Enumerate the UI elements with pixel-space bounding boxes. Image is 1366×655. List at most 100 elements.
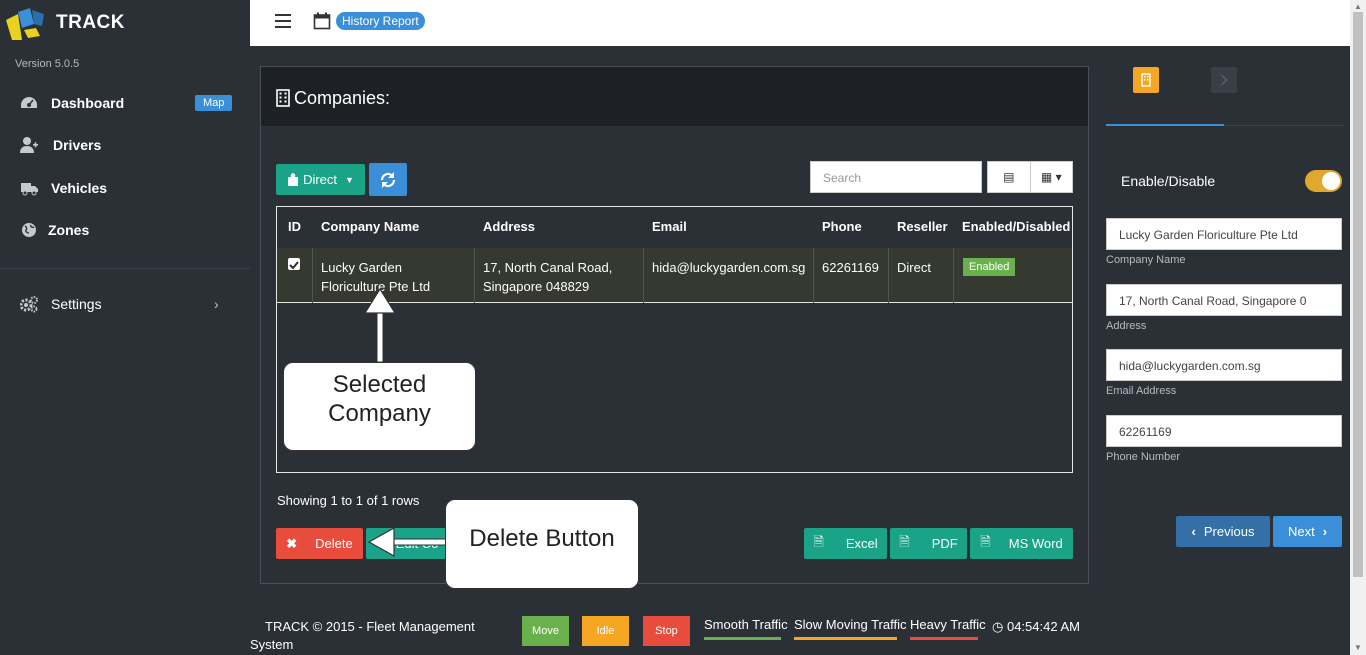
legend-label: Smooth Traffic [704,617,788,632]
word-label: MS Word [1008,536,1063,551]
list-icon: ▤ [1003,170,1015,184]
history-report-badge[interactable]: History Report [336,12,425,30]
field-label: Address [1106,320,1147,332]
excel-file-icon: 🗎 [813,533,824,549]
heavy-bar [910,637,978,640]
legend-smooth-traffic: Smooth Traffic [704,617,788,640]
copyright: TRACK © 2015 - Fleet Management System [250,618,500,654]
building-icon [276,89,290,107]
address-line: 17, North Canal Road, [483,260,613,275]
list-view-button[interactable]: ▤ [988,162,1031,192]
map-badge[interactable]: Map [195,95,233,111]
delete-button[interactable]: ✖ Delete [276,528,363,559]
clock-icon: ◷ [992,619,1004,634]
cell-divider [813,248,814,303]
legend-stop: Stop [643,616,690,646]
building-icon [1141,73,1151,87]
scroll-down-icon[interactable]: ▼ [1354,643,1362,652]
tab-next-step[interactable] [1211,67,1237,93]
legend-move: Move [522,616,569,646]
row-checkbox[interactable] [288,258,300,270]
copyright-text: TRACK © 2015 - Fleet Management System [250,619,475,652]
column-header[interactable]: Company Name [321,219,419,234]
column-header[interactable]: Email [652,219,687,234]
phone-field[interactable]: 62261169 [1106,415,1342,447]
column-header[interactable]: Address [483,219,535,234]
filter-label: Direct [303,172,338,187]
refresh-button[interactable] [369,163,407,196]
sidebar-item-drivers[interactable]: Drivers [0,127,250,163]
company-name-line: Lucky Garden [321,260,402,275]
delete-arrow [368,527,448,557]
pagination-info: Showing 1 to 1 of 1 rows [277,493,420,508]
active-tab-indicator [1106,124,1224,126]
sidebar-divider [0,268,250,269]
globe-icon [22,223,36,237]
word-file-icon: 🗎 [980,533,991,549]
sidebar-item-label: Vehicles [51,180,108,196]
page-scrollbar[interactable]: ▲ ▼ [1350,0,1366,655]
panel-header: Companies: [261,67,1088,126]
selected-arrow [363,288,397,362]
cell-divider [312,248,313,303]
previous-label: Previous [1203,524,1255,539]
sidebar-item-settings[interactable]: Settings [0,286,250,322]
legend-label: Heavy Traffic [910,617,986,632]
chevron-right-icon: › [1322,524,1328,539]
direct-filter-dropdown[interactable]: Direct ▼ [276,164,365,195]
tab-company-info[interactable] [1133,67,1159,93]
menu-toggle-icon[interactable] [275,14,291,28]
email-field[interactable]: hida@luckygarden.com.sg [1106,349,1342,381]
address-field[interactable]: 17, North Canal Road, Singapore 0 [1106,284,1342,316]
dashboard-icon [21,97,37,108]
search-input[interactable]: Search [810,161,982,193]
sidebar-item-label: Dashboard [51,95,125,111]
delete-button-callout: Delete Button [445,499,639,589]
enable-toggle[interactable] [1305,170,1342,192]
columns-dropdown-button[interactable]: ▦ ▾ [1031,162,1073,192]
phone-cell: 62261169 [822,260,879,275]
footer: TRACK © 2015 - Fleet Management System M… [250,604,1100,655]
column-header[interactable]: Reseller [897,219,948,234]
tab-divider [1224,125,1344,126]
column-header[interactable]: Enabled/Disabled [962,219,1070,234]
cell-divider [474,248,475,303]
column-header[interactable]: ID [288,219,301,234]
legend-slow-traffic: Slow Moving Traffic [794,617,907,640]
callout-line: Selected [332,371,427,398]
pdf-label: PDF [931,536,958,551]
brand-name: TRACK [56,12,125,33]
close-icon: ✖ [286,535,298,551]
truck-icon [21,183,38,196]
slow-bar [794,637,897,640]
legend-label: Slow Moving Traffic [794,617,907,632]
scroll-thumb[interactable] [1353,12,1363,577]
excel-label: Excel [845,536,878,551]
cell-divider [953,248,954,303]
selected-company-callout: Selected Company [283,362,476,451]
sidebar-item-vehicles[interactable]: Vehicles [0,170,250,206]
reseller-cell: Direct [897,260,931,275]
logo-icon [6,8,44,40]
company-form-panel: Enable/Disable Lucky Garden Floriculture… [1100,46,1350,655]
company-name-field[interactable]: Lucky Garden Floriculture Pte Ltd [1106,218,1342,250]
smooth-bar [704,637,781,640]
clock-time: 04:54:42 AM [1006,619,1080,634]
sidebar-item-label: Settings [51,296,102,312]
excel-export-button[interactable]: 🗎 Excel [804,528,887,559]
next-button[interactable]: Next › [1273,516,1342,547]
word-export-button[interactable]: 🗎 MS Word [970,528,1073,559]
legend-idle: Idle [582,616,629,646]
pdf-file-icon: 🗎 [899,533,910,549]
sidebar-item-label: Drivers [53,137,102,153]
logo: TRACK [4,6,125,40]
calendar-icon[interactable] [313,12,331,30]
scroll-up-icon[interactable]: ▲ [1354,2,1362,11]
previous-button[interactable]: ‹ Previous [1176,516,1270,547]
sidebar-item-zones[interactable]: Zones [0,212,250,248]
column-header[interactable]: Phone [822,219,862,234]
pdf-export-button[interactable]: 🗎 PDF [890,528,967,559]
address-line: Singapore 048829 [483,279,590,294]
user-add-icon [20,137,38,153]
email-cell: hida@luckygarden.com.sg [652,260,806,275]
